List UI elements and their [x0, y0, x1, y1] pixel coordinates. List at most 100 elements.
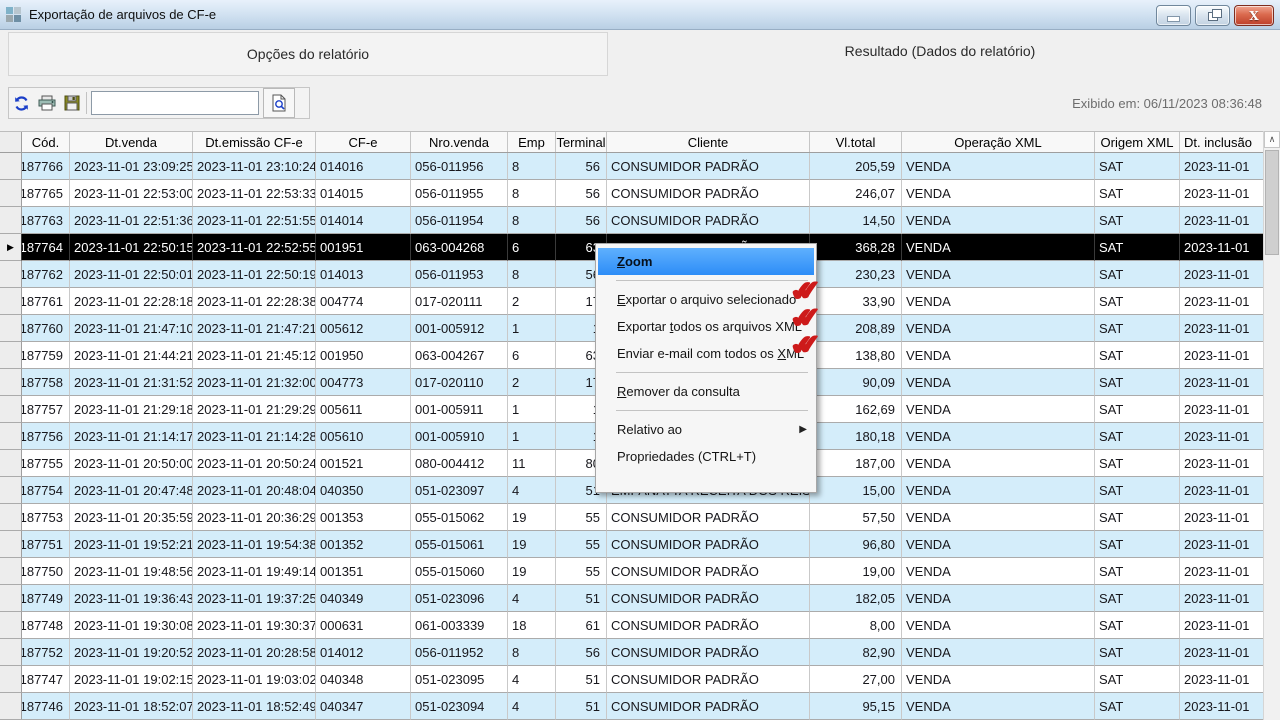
cell-cfe[interactable]: 000631 [316, 612, 411, 639]
cell-cod[interactable]: 187765 [22, 180, 70, 207]
cell-operacao-xml[interactable]: VENDA [902, 153, 1095, 180]
cell-terminal[interactable]: 55 [556, 558, 607, 585]
scrollbar-thumb[interactable] [1265, 150, 1279, 255]
cell-origem-xml[interactable]: SAT [1095, 450, 1180, 477]
cell-emp[interactable]: 8 [508, 180, 556, 207]
cell-dt-emissao[interactable]: 2023-11-01 22:51:55 [193, 207, 316, 234]
menu-item[interactable]: Zoom [598, 248, 814, 275]
cell-operacao-xml[interactable]: VENDA [902, 693, 1095, 720]
cell-nro-venda[interactable]: 061-003339 [411, 612, 508, 639]
cell-nro-venda[interactable]: 056-011955 [411, 180, 508, 207]
table-row[interactable]: 187750 2023-11-01 19:48:56 2023-11-01 19… [0, 558, 1263, 585]
cell-origem-xml[interactable]: SAT [1095, 639, 1180, 666]
cell-operacao-xml[interactable]: VENDA [902, 558, 1095, 585]
table-row[interactable]: 187747 2023-11-01 19:02:15 2023-11-01 19… [0, 666, 1263, 693]
cell-cfe[interactable]: 001353 [316, 504, 411, 531]
cell-dt-emissao[interactable]: 2023-11-01 19:54:38 [193, 531, 316, 558]
cell-origem-xml[interactable]: SAT [1095, 153, 1180, 180]
table-row[interactable]: 187763 2023-11-01 22:51:36 2023-11-01 22… [0, 207, 1263, 234]
tab-resultado[interactable]: Resultado (Dados do relatório) [608, 32, 1272, 76]
cell-vl-total[interactable]: 162,69 [810, 396, 902, 423]
cell-dt-inclusao[interactable]: 2023-11-01 [1180, 693, 1263, 720]
cell-dt-inclusao[interactable]: 2023-11-01 [1180, 504, 1263, 531]
tab-opcoes-relatorio[interactable]: Opções do relatório [8, 32, 608, 76]
cell-nro-venda[interactable]: 051-023097 [411, 477, 508, 504]
cell-dt-emissao[interactable]: 2023-11-01 22:50:19 [193, 261, 316, 288]
minimize-button[interactable] [1156, 5, 1191, 26]
cell-cod[interactable]: 187752 [22, 639, 70, 666]
refresh-button[interactable] [9, 90, 34, 116]
cell-vl-total[interactable]: 246,07 [810, 180, 902, 207]
cell-dt-venda[interactable]: 2023-11-01 22:28:18 [70, 288, 193, 315]
cell-emp[interactable]: 6 [508, 234, 556, 261]
cell-terminal[interactable]: 51 [556, 693, 607, 720]
cell-cfe[interactable]: 001351 [316, 558, 411, 585]
cell-terminal[interactable]: 56 [556, 153, 607, 180]
cell-cfe[interactable]: 014013 [316, 261, 411, 288]
cell-dt-inclusao[interactable]: 2023-11-01 [1180, 612, 1263, 639]
cell-cfe[interactable]: 005612 [316, 315, 411, 342]
cell-operacao-xml[interactable]: VENDA [902, 288, 1095, 315]
cell-cfe[interactable]: 001950 [316, 342, 411, 369]
cell-cfe[interactable]: 001951 [316, 234, 411, 261]
cell-emp[interactable]: 8 [508, 261, 556, 288]
preview-button[interactable] [263, 88, 295, 118]
cell-cod[interactable]: 187746 [22, 693, 70, 720]
cell-dt-venda[interactable]: 2023-11-01 20:47:48 [70, 477, 193, 504]
cell-nro-venda[interactable]: 001-005911 [411, 396, 508, 423]
cell-cod[interactable]: 187764 [22, 234, 70, 261]
cell-nro-venda[interactable]: 056-011954 [411, 207, 508, 234]
cell-dt-venda[interactable]: 2023-11-01 19:30:08 [70, 612, 193, 639]
cell-dt-venda[interactable]: 2023-11-01 22:51:36 [70, 207, 193, 234]
cell-operacao-xml[interactable]: VENDA [902, 342, 1095, 369]
cell-nro-venda[interactable]: 051-023095 [411, 666, 508, 693]
cell-emp[interactable]: 6 [508, 342, 556, 369]
cell-dt-emissao[interactable]: 2023-11-01 20:28:58 [193, 639, 316, 666]
cell-dt-inclusao[interactable]: 2023-11-01 [1180, 477, 1263, 504]
cell-origem-xml[interactable]: SAT [1095, 234, 1180, 261]
cell-dt-emissao[interactable]: 2023-11-01 19:49:14 [193, 558, 316, 585]
header-emp[interactable]: Emp [508, 132, 556, 152]
cell-dt-venda[interactable]: 2023-11-01 18:52:07 [70, 693, 193, 720]
cell-nro-venda[interactable]: 017-020111 [411, 288, 508, 315]
cell-dt-venda[interactable]: 2023-11-01 19:52:21 [70, 531, 193, 558]
table-row[interactable]: 187751 2023-11-01 19:52:21 2023-11-01 19… [0, 531, 1263, 558]
cell-operacao-xml[interactable]: VENDA [902, 531, 1095, 558]
cell-vl-total[interactable]: 205,59 [810, 153, 902, 180]
cell-cod[interactable]: 187756 [22, 423, 70, 450]
cell-dt-emissao[interactable]: 2023-11-01 22:53:33 [193, 180, 316, 207]
cell-cliente[interactable]: CONSUMIDOR PADRÃO [607, 207, 810, 234]
cell-nro-venda[interactable]: 055-015062 [411, 504, 508, 531]
cell-dt-emissao[interactable]: 2023-11-01 21:47:21 [193, 315, 316, 342]
cell-terminal[interactable]: 51 [556, 585, 607, 612]
cell-vl-total[interactable]: 208,89 [810, 315, 902, 342]
cell-dt-emissao[interactable]: 2023-11-01 19:30:37 [193, 612, 316, 639]
cell-dt-inclusao[interactable]: 2023-11-01 [1180, 558, 1263, 585]
cell-origem-xml[interactable]: SAT [1095, 666, 1180, 693]
cell-vl-total[interactable]: 180,18 [810, 423, 902, 450]
cell-emp[interactable]: 8 [508, 207, 556, 234]
cell-vl-total[interactable]: 187,00 [810, 450, 902, 477]
cell-nro-venda[interactable]: 063-004268 [411, 234, 508, 261]
cell-operacao-xml[interactable]: VENDA [902, 666, 1095, 693]
header-dt-inclusao[interactable]: Dt. inclusão [1180, 132, 1263, 152]
cell-cfe[interactable]: 004773 [316, 369, 411, 396]
cell-cliente[interactable]: CONSUMIDOR PADRÃO [607, 558, 810, 585]
cell-origem-xml[interactable]: SAT [1095, 531, 1180, 558]
cell-cfe[interactable]: 040350 [316, 477, 411, 504]
cell-dt-inclusao[interactable]: 2023-11-01 [1180, 450, 1263, 477]
cell-nro-venda[interactable]: 051-023096 [411, 585, 508, 612]
cell-origem-xml[interactable]: SAT [1095, 396, 1180, 423]
cell-emp[interactable]: 19 [508, 504, 556, 531]
cell-origem-xml[interactable]: SAT [1095, 315, 1180, 342]
cell-nro-venda[interactable]: 001-005912 [411, 315, 508, 342]
cell-operacao-xml[interactable]: VENDA [902, 234, 1095, 261]
cell-operacao-xml[interactable]: VENDA [902, 207, 1095, 234]
cell-nro-venda[interactable]: 017-020110 [411, 369, 508, 396]
header-origem-xml[interactable]: Origem XML [1095, 132, 1180, 152]
cell-cliente[interactable]: CONSUMIDOR PADRÃO [607, 180, 810, 207]
table-row[interactable]: 187765 2023-11-01 22:53:00 2023-11-01 22… [0, 180, 1263, 207]
cell-vl-total[interactable]: 368,28 [810, 234, 902, 261]
header-cliente[interactable]: Cliente [607, 132, 810, 152]
cell-emp[interactable]: 1 [508, 396, 556, 423]
